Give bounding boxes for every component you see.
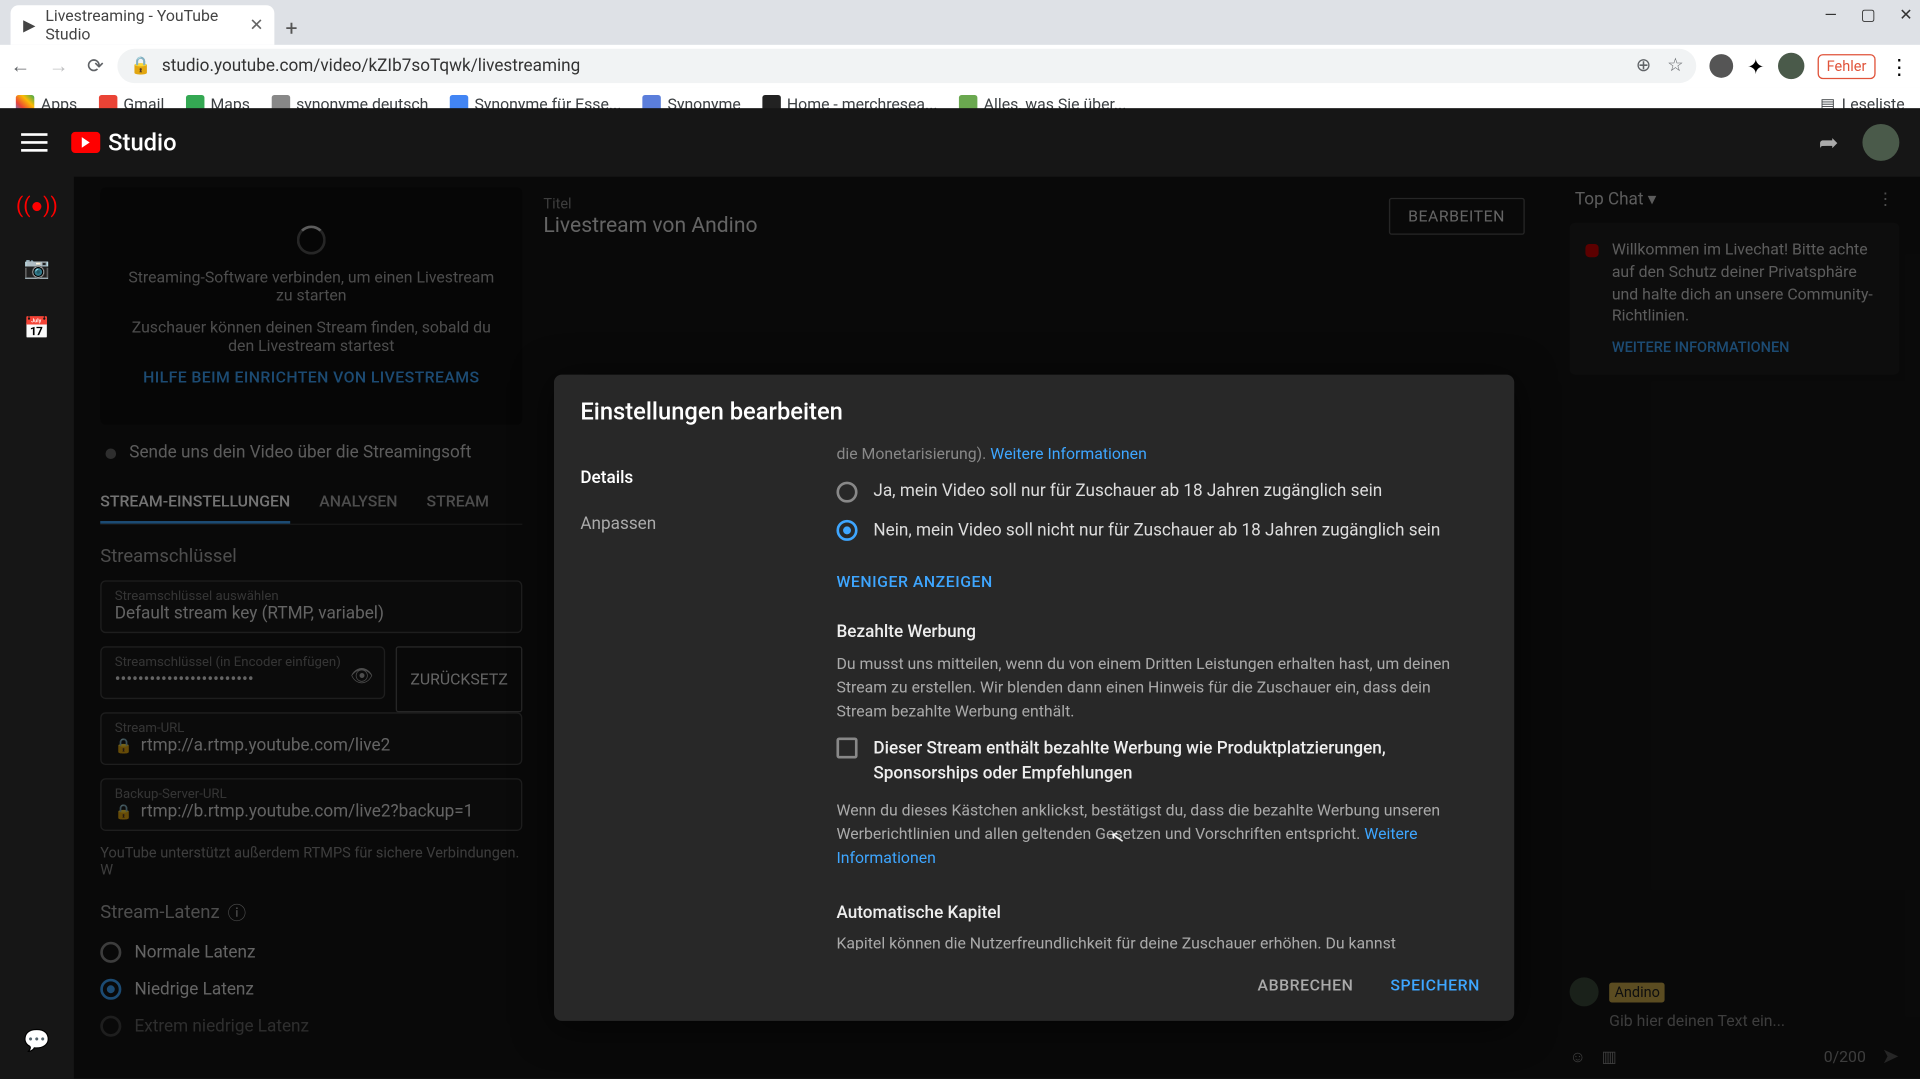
- youtube-icon: [71, 132, 100, 153]
- new-tab-button[interactable]: +: [274, 11, 308, 45]
- show-less-link[interactable]: WENIGER ANZEIGEN: [836, 570, 992, 594]
- window-controls[interactable]: —▢✕: [1824, 5, 1912, 23]
- paid-promo-heading: Bezahlte Werbung: [836, 620, 1477, 646]
- paid-promo-desc: Du musst uns mitteilen, wenn du von eine…: [836, 651, 1477, 722]
- youtube-favicon: ▶: [21, 16, 37, 34]
- menu-dots-icon[interactable]: ⋮: [1889, 53, 1910, 78]
- checkbox-icon: [836, 737, 857, 758]
- auto-chapters-desc: Kapitel können die Nutzerfreundlichkeit …: [836, 931, 1477, 949]
- radio-icon: [836, 481, 857, 502]
- save-button[interactable]: SPEICHERN: [1377, 966, 1493, 1006]
- url-text: studio.youtube.com/video/kZIb7soTqwk/liv…: [162, 56, 580, 76]
- hamburger-menu-icon[interactable]: [21, 133, 47, 151]
- reload-icon[interactable]: ⟳: [87, 54, 104, 78]
- studio-logo[interactable]: Studio: [71, 129, 176, 157]
- settings-modal: Einstellungen bearbeiten Details Anpasse…: [554, 375, 1514, 1021]
- account-avatar[interactable]: [1862, 124, 1899, 161]
- feedback-icon[interactable]: 💬: [24, 1026, 50, 1052]
- cancel-button[interactable]: ABBRECHEN: [1244, 966, 1366, 1006]
- paid-promo-note: Wenn du dieses Kästchen anklickst, bestä…: [836, 797, 1477, 868]
- paid-promo-checkbox[interactable]: Dieser Stream enthält bezahlte Werbung w…: [836, 735, 1477, 786]
- modal-tab-customize[interactable]: Anpassen: [554, 501, 818, 547]
- back-icon[interactable]: ←: [11, 54, 31, 78]
- extension-icon[interactable]: [1710, 54, 1734, 78]
- profile-icon[interactable]: [1778, 53, 1804, 79]
- truncated-text: die Monetarisierung). Weitere Informatio…: [836, 442, 1477, 466]
- forward-icon[interactable]: →: [49, 54, 69, 78]
- share-icon[interactable]: ➦: [1819, 129, 1839, 157]
- calendar-icon[interactable]: 📅: [24, 314, 50, 340]
- browser-tab[interactable]: ▶ Livestreaming - YouTube Studio ✕: [11, 5, 275, 45]
- extensions-puzzle-icon[interactable]: ✦: [1747, 53, 1765, 78]
- modal-tab-details[interactable]: Details: [554, 455, 818, 501]
- age-restrict-no-radio[interactable]: Nein, mein Video soll nicht nur für Zusc…: [836, 518, 1477, 544]
- tab-title: Livestreaming - YouTube Studio: [45, 7, 241, 44]
- camera-icon[interactable]: 📷: [24, 253, 50, 279]
- live-icon[interactable]: ((●)): [24, 193, 50, 219]
- address-bar[interactable]: 🔒 studio.youtube.com/video/kZIb7soTqwk/l…: [117, 49, 1697, 83]
- age-restrict-yes-radio[interactable]: Ja, mein Video soll nur für Zuschauer ab…: [836, 479, 1477, 505]
- modal-title: Einstellungen bearbeiten: [554, 375, 1514, 442]
- radio-icon: [836, 520, 857, 541]
- lock-icon: 🔒: [130, 56, 151, 76]
- error-badge[interactable]: Fehler: [1817, 53, 1875, 78]
- bookmark-star-icon[interactable]: ☆: [1667, 55, 1684, 76]
- install-icon[interactable]: ⊕: [1636, 55, 1651, 76]
- close-tab-icon[interactable]: ✕: [249, 15, 263, 35]
- auto-chapters-heading: Automatische Kapitel: [836, 900, 1477, 926]
- more-info-link[interactable]: Weitere Informationen: [990, 445, 1147, 463]
